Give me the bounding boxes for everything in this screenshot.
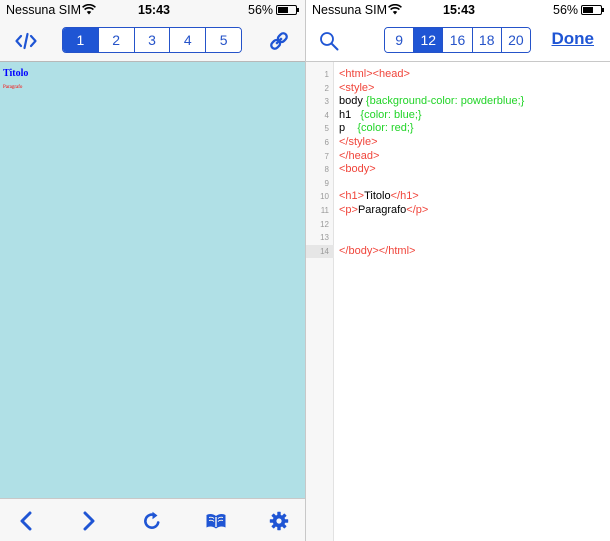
line-number: 11 bbox=[320, 206, 329, 215]
font-size-16[interactable]: 16 bbox=[442, 28, 472, 52]
tab-5[interactable]: 5 bbox=[205, 28, 241, 52]
line-number: 7 bbox=[324, 151, 329, 161]
tab-1[interactable]: 1 bbox=[63, 28, 98, 52]
code-token-tag: <html><head> bbox=[339, 68, 410, 80]
tab-4[interactable]: 4 bbox=[169, 28, 206, 52]
code-line[interactable]: <style> bbox=[339, 82, 610, 96]
page-tabs: 12345 bbox=[62, 27, 242, 53]
code-token-text: Paragrafo bbox=[357, 204, 407, 216]
preview-heading: Titolo bbox=[3, 68, 29, 79]
line-number: 1 bbox=[324, 70, 329, 79]
code-token-text: Titolo bbox=[364, 190, 391, 203]
code-token-tag: <style> bbox=[339, 81, 375, 94]
code-token-css: {color: red;} bbox=[357, 122, 414, 135]
line-number: 9 bbox=[324, 178, 329, 188]
code-line[interactable]: </style> bbox=[339, 136, 610, 150]
code-token-tag: </p> bbox=[406, 204, 429, 216]
battery-percent: 56% bbox=[553, 3, 579, 17]
line-number: 3 bbox=[324, 97, 329, 107]
wifi-icon bbox=[82, 3, 96, 18]
code-token-tag: </style> bbox=[339, 136, 378, 148]
editor-toolbar: 9 12 16 18 20 Done bbox=[306, 20, 610, 62]
clock: 15:43 bbox=[138, 3, 170, 17]
line-number: 8 bbox=[324, 165, 329, 175]
browser-toolbar bbox=[0, 498, 305, 541]
line-number-gutter: 1 2 3 4 5 6 7 8 9 10 11 12 13 14 bbox=[306, 62, 334, 541]
wifi-icon bbox=[388, 3, 402, 18]
preview-paragraph: Paragrafo bbox=[3, 85, 23, 90]
code-token-tag: </body></html> bbox=[339, 244, 416, 257]
code-line[interactable]: body {background-color: powderblue;} bbox=[339, 95, 610, 109]
code-line[interactable]: <html><head> bbox=[339, 68, 610, 82]
carrier-label: Nessuna SIM bbox=[6, 3, 82, 17]
forward-icon[interactable] bbox=[77, 509, 101, 533]
code-line[interactable]: <body> bbox=[339, 163, 610, 177]
line-number: 6 bbox=[324, 138, 329, 147]
code-editor[interactable]: 1 2 3 4 5 6 7 8 9 10 11 12 13 14 <html><head> <style> b… bbox=[306, 62, 610, 541]
preview-toolbar: 12345 bbox=[0, 20, 305, 62]
code-token-tag: </head> bbox=[339, 149, 380, 162]
code-token-tag: <p> bbox=[339, 204, 358, 216]
search-icon[interactable] bbox=[316, 28, 342, 54]
reload-icon[interactable] bbox=[140, 509, 164, 533]
code-line[interactable] bbox=[339, 231, 610, 245]
back-icon[interactable] bbox=[14, 509, 38, 533]
line-number: 12 bbox=[320, 219, 329, 229]
editor-pane: Nessuna SIM 15:43 56% 9 12 16 18 20 Done 123… bbox=[306, 0, 610, 541]
code-token-text: body bbox=[339, 95, 366, 108]
code-line[interactable]: p {color: red;} bbox=[339, 122, 610, 136]
bookmarks-icon[interactable] bbox=[203, 509, 229, 533]
font-size-selector: 9 12 16 18 20 bbox=[384, 27, 531, 53]
tab-2[interactable]: 2 bbox=[97, 28, 134, 52]
tab-3[interactable]: 3 bbox=[133, 28, 170, 52]
line-number: 14 bbox=[306, 244, 334, 259]
font-size-20[interactable]: 20 bbox=[500, 28, 530, 52]
font-size-12[interactable]: 12 bbox=[413, 28, 443, 52]
line-number: 4 bbox=[324, 110, 329, 120]
line-number: 5 bbox=[324, 124, 329, 134]
done-button[interactable]: Done bbox=[552, 29, 595, 49]
code-token-tag: </h1> bbox=[390, 190, 419, 203]
code-token-tag: <h1> bbox=[339, 190, 365, 203]
line-number: 10 bbox=[320, 192, 329, 202]
html-preview: Titolo Paragrafo bbox=[0, 62, 305, 498]
code-line[interactable]: <p>Paragrafo</p> bbox=[339, 204, 610, 218]
code-line[interactable]: </head> bbox=[339, 150, 610, 164]
code-token-text: p bbox=[339, 122, 358, 135]
code-line[interactable]: </body></html> bbox=[339, 245, 610, 259]
code-line[interactable] bbox=[339, 218, 610, 232]
code-line[interactable] bbox=[339, 177, 610, 191]
settings-icon[interactable] bbox=[267, 509, 291, 533]
code-token-text: h1 bbox=[339, 108, 361, 121]
battery-icon bbox=[276, 5, 299, 15]
code-token-css: {color: blue;} bbox=[360, 108, 422, 121]
font-size-18[interactable]: 18 bbox=[471, 28, 501, 52]
battery-percent: 56% bbox=[248, 3, 274, 17]
line-number: 2 bbox=[324, 83, 329, 93]
carrier-label: Nessuna SIM bbox=[312, 3, 388, 17]
status-bar: Nessuna SIM 15:43 56% bbox=[306, 0, 610, 20]
link-icon[interactable] bbox=[266, 28, 292, 54]
battery-icon bbox=[581, 5, 604, 15]
code-line[interactable]: <h1>Titolo</h1> bbox=[339, 190, 610, 204]
line-number: 13 bbox=[320, 233, 329, 243]
preview-pane: Nessuna SIM 15:43 56% 12345 Titolo Parag… bbox=[0, 0, 305, 541]
code-token-tag: <body> bbox=[339, 163, 376, 176]
code-icon[interactable] bbox=[12, 29, 40, 53]
code-token-css: {background-color: powderblue;} bbox=[365, 95, 525, 108]
clock: 15:43 bbox=[443, 3, 475, 17]
font-size-9[interactable]: 9 bbox=[385, 28, 414, 52]
status-bar: Nessuna SIM 15:43 56% bbox=[0, 0, 305, 20]
code-line[interactable]: h1 {color: blue;} bbox=[339, 109, 610, 123]
